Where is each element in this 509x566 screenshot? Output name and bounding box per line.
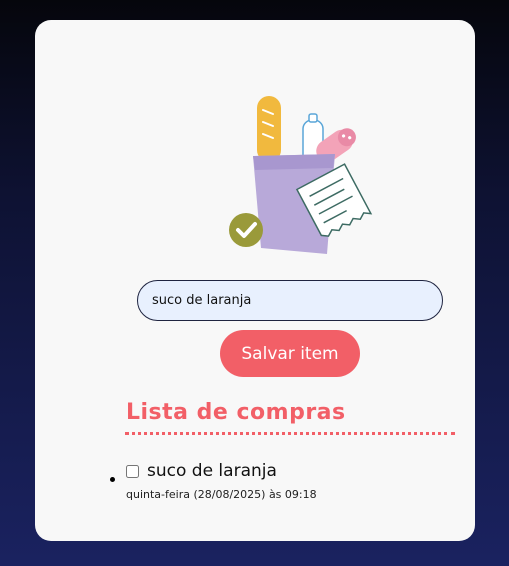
check-badge-icon xyxy=(229,213,263,247)
list-item: suco de laranja quinta-feira (28/08/2025… xyxy=(110,460,317,501)
item-date: quinta-feira (28/08/2025) às 09:18 xyxy=(126,488,317,501)
item-input[interactable] xyxy=(137,280,443,321)
save-item-button[interactable]: Salvar item xyxy=(220,330,360,377)
item-name: suco de laranja xyxy=(147,461,277,481)
grocery-bag-illustration xyxy=(229,96,373,254)
shopping-list-card: Salvar item Lista de compras suco de lar… xyxy=(35,20,475,541)
baguette-icon xyxy=(257,96,281,162)
list-title: Lista de compras xyxy=(126,400,346,425)
title-divider xyxy=(125,432,455,435)
item-checkbox[interactable] xyxy=(126,464,139,478)
bullet-icon xyxy=(110,477,115,482)
shopping-list: suco de laranja quinta-feira (28/08/2025… xyxy=(110,460,317,501)
list-item-row: suco de laranja xyxy=(126,460,317,482)
